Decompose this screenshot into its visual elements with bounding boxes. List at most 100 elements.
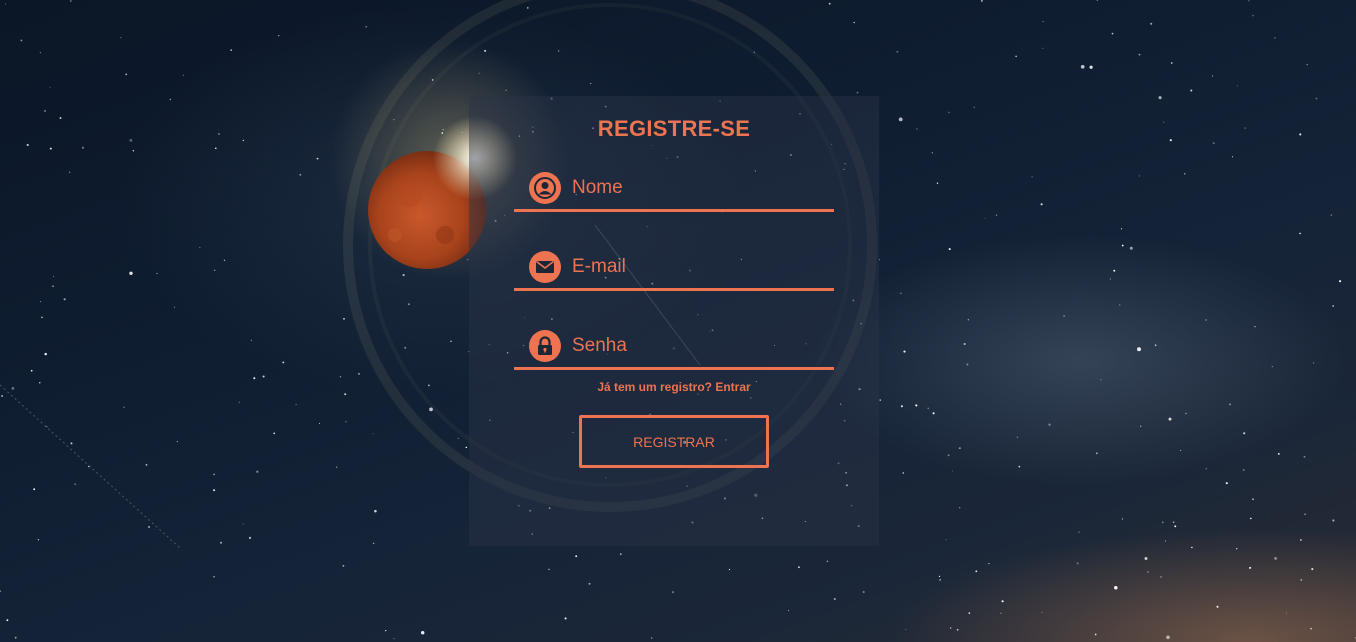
star [339, 376, 342, 378]
star [988, 562, 990, 565]
star [1158, 96, 1162, 100]
star [952, 470, 954, 472]
lock-icon [529, 330, 561, 362]
star [833, 597, 836, 601]
star [939, 579, 941, 581]
star [156, 272, 158, 274]
email-input[interactable] [572, 253, 822, 281]
star [365, 25, 367, 28]
star [33, 488, 36, 491]
star [1174, 525, 1177, 528]
star [26, 143, 29, 147]
star [169, 98, 172, 101]
star [120, 37, 122, 39]
star [1254, 325, 1256, 328]
star [428, 384, 430, 387]
register-button[interactable]: REGISTRAR [579, 415, 769, 468]
star [1236, 548, 1238, 550]
star [218, 133, 220, 135]
star [393, 638, 395, 640]
star [69, 0, 72, 3]
star [564, 617, 567, 620]
mail-icon [529, 251, 561, 283]
star [1042, 20, 1044, 23]
star [129, 271, 133, 276]
star [1312, 362, 1315, 364]
star [1311, 568, 1314, 571]
star [1048, 423, 1051, 426]
star [282, 361, 285, 364]
star [30, 369, 33, 372]
star [345, 421, 347, 423]
star [1109, 278, 1111, 280]
star [1299, 539, 1302, 541]
star [1300, 579, 1303, 581]
star [557, 50, 560, 52]
star [1243, 432, 1246, 435]
star [52, 285, 54, 288]
star [1252, 498, 1254, 500]
star [223, 259, 226, 262]
star [1120, 228, 1123, 230]
star [1212, 142, 1215, 145]
star [959, 507, 961, 509]
star [52, 275, 54, 277]
star [862, 590, 865, 594]
star [903, 350, 906, 353]
star [1162, 521, 1164, 524]
star [1031, 176, 1033, 178]
star [450, 340, 452, 342]
star [905, 628, 907, 631]
star [213, 576, 215, 578]
star [753, 51, 755, 53]
star [932, 412, 935, 415]
star [49, 147, 52, 150]
star [1315, 97, 1318, 100]
star [39, 301, 41, 303]
star [1229, 403, 1231, 406]
star [253, 377, 256, 380]
star [407, 303, 410, 306]
star [68, 171, 71, 174]
star [1000, 612, 1002, 614]
star [1041, 611, 1043, 613]
star [41, 316, 43, 319]
star [973, 106, 975, 108]
star [963, 342, 966, 346]
star [1299, 232, 1301, 235]
star [938, 575, 941, 578]
name-input[interactable] [572, 174, 822, 202]
star [995, 214, 998, 216]
star [728, 568, 731, 571]
star [980, 0, 983, 2]
login-link[interactable]: Já tem um registro? Entrar [469, 380, 879, 394]
star [1332, 305, 1335, 307]
star [402, 274, 405, 277]
star [278, 35, 280, 37]
star [344, 393, 347, 396]
star [374, 509, 377, 513]
email-field [514, 247, 834, 291]
star [1063, 315, 1066, 318]
star [6, 619, 9, 622]
star [853, 21, 855, 24]
star [527, 7, 529, 9]
star [123, 406, 125, 408]
star [5, 3, 7, 5]
star [1076, 562, 1079, 565]
star [856, 91, 859, 94]
star [548, 568, 550, 571]
star [220, 541, 222, 544]
star [984, 217, 986, 219]
star [1089, 65, 1093, 69]
star [1113, 269, 1116, 272]
user-icon [529, 172, 561, 204]
star [1306, 63, 1308, 66]
star [129, 138, 133, 142]
star [797, 566, 800, 569]
form-title: REGISTRE-SE [597, 116, 751, 141]
star [1212, 75, 1214, 77]
password-input[interactable] [572, 332, 822, 360]
star [1244, 127, 1246, 129]
star [273, 432, 275, 435]
